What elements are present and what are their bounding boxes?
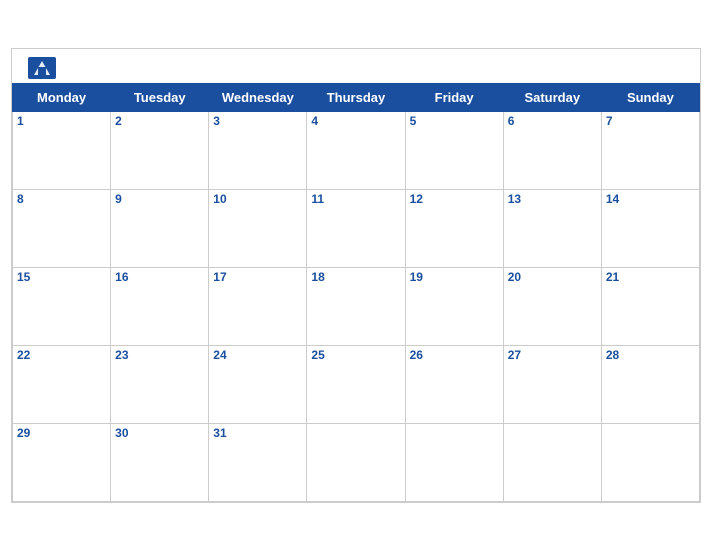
calendar-container: MondayTuesdayWednesdayThursdayFridaySatu… [11,48,701,503]
weekday-header: Thursday [307,83,405,111]
day-number: 1 [17,114,106,128]
day-cell: 13 [503,189,601,267]
day-cell: 29 [13,423,111,501]
day-cell: 25 [307,345,405,423]
day-cell: 18 [307,267,405,345]
day-number: 13 [508,192,597,206]
day-cell [405,423,503,501]
day-cell: 24 [209,345,307,423]
day-cell: 12 [405,189,503,267]
day-cell: 6 [503,111,601,189]
day-cell: 16 [111,267,209,345]
day-cell: 27 [503,345,601,423]
day-number: 9 [115,192,204,206]
day-number: 10 [213,192,302,206]
day-number: 11 [311,192,400,206]
weekday-header: Friday [405,83,503,111]
day-number: 23 [115,348,204,362]
day-cell: 1 [13,111,111,189]
day-number: 12 [410,192,499,206]
day-number: 4 [311,114,400,128]
day-number: 16 [115,270,204,284]
day-cell: 17 [209,267,307,345]
logo [28,57,60,79]
day-cell: 26 [405,345,503,423]
day-number: 8 [17,192,106,206]
day-number: 7 [606,114,695,128]
day-cell: 15 [13,267,111,345]
day-number: 24 [213,348,302,362]
day-number: 26 [410,348,499,362]
day-number: 28 [606,348,695,362]
day-cell: 30 [111,423,209,501]
week-row: 1234567 [13,111,700,189]
day-number: 29 [17,426,106,440]
day-cell: 19 [405,267,503,345]
day-number: 27 [508,348,597,362]
day-cell: 23 [111,345,209,423]
week-row: 29 30 31 [13,423,700,501]
day-cell: 9 [111,189,209,267]
calendar-body: 1234567891011121314151617181920212223242… [13,111,700,501]
week-row: 89 10 11 12 13 14 [13,189,700,267]
weekday-header: Tuesday [111,83,209,111]
day-cell [601,423,699,501]
day-number: 3 [213,114,302,128]
day-cell: 20 [503,267,601,345]
day-cell [307,423,405,501]
day-number: 15 [17,270,106,284]
week-row: 15 16 17 18 19 20 21 [13,267,700,345]
weekday-header: Monday [13,83,111,111]
day-number: 6 [508,114,597,128]
day-cell [503,423,601,501]
day-cell: 8 [13,189,111,267]
weekday-header: Wednesday [209,83,307,111]
day-number: 30 [115,426,204,440]
day-cell: 31 [209,423,307,501]
day-number: 25 [311,348,400,362]
day-cell: 10 [209,189,307,267]
calendar-header [12,49,700,83]
day-cell: 3 [209,111,307,189]
day-number: 2 [115,114,204,128]
day-cell: 22 [13,345,111,423]
day-number: 5 [410,114,499,128]
day-cell: 5 [405,111,503,189]
day-number: 22 [17,348,106,362]
week-row: 22 23 24 25 26 27 28 [13,345,700,423]
day-cell: 11 [307,189,405,267]
weekday-header-row: MondayTuesdayWednesdayThursdayFridaySatu… [13,83,700,111]
day-number: 17 [213,270,302,284]
day-number: 21 [606,270,695,284]
weekday-header: Sunday [601,83,699,111]
day-cell: 2 [111,111,209,189]
day-cell: 21 [601,267,699,345]
generalblue-logo-icon [28,57,56,79]
day-number: 14 [606,192,695,206]
day-cell: 28 [601,345,699,423]
weekday-header: Saturday [503,83,601,111]
day-cell: 4 [307,111,405,189]
day-number: 19 [410,270,499,284]
day-cell: 7 [601,111,699,189]
day-number: 20 [508,270,597,284]
day-number: 18 [311,270,400,284]
day-number: 31 [213,426,302,440]
calendar-table: MondayTuesdayWednesdayThursdayFridaySatu… [12,83,700,502]
day-cell: 14 [601,189,699,267]
